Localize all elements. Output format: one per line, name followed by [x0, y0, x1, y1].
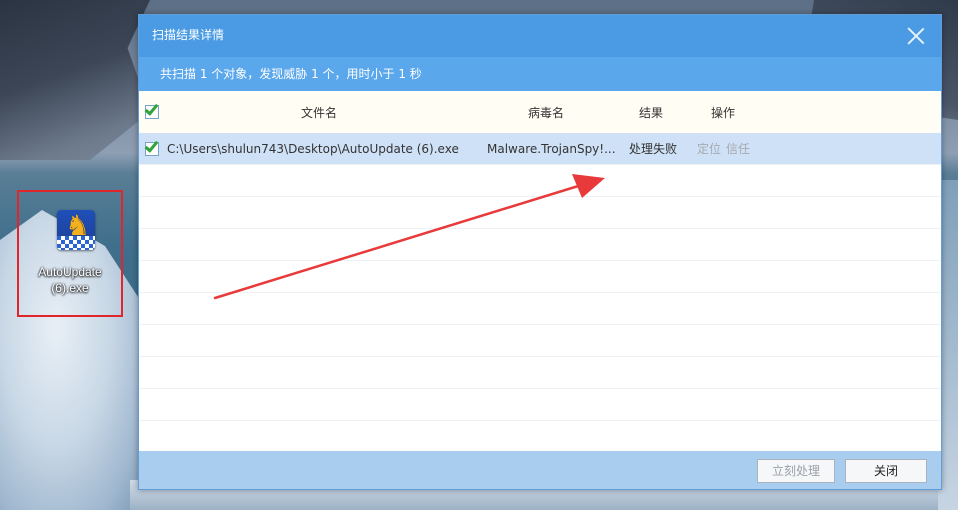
process-now-button[interactable]: 立刻处理 [757, 459, 835, 483]
row-virus-name: Malware.TrojanSpy!... [487, 142, 616, 156]
scan-result-dialog: 扫描结果详情 共扫描 1 个对象，发现威胁 1 个，用时小于 1 秒 文件名 病… [138, 14, 942, 490]
chess-knight-icon: ♞ [57, 210, 95, 250]
column-header-virus-name[interactable]: 病毒名 [528, 105, 564, 121]
dialog-titlebar[interactable]: 扫描结果详情 [139, 15, 941, 57]
desktop-file-label: AutoUpdate (6).exe [38, 265, 102, 295]
table-row-empty [139, 357, 941, 389]
column-header-filename[interactable]: 文件名 [301, 105, 337, 121]
column-header-result[interactable]: 结果 [639, 105, 663, 121]
table-row-empty [139, 293, 941, 325]
checkmark-icon [144, 101, 159, 116]
dialog-title: 扫描结果详情 [152, 28, 225, 42]
table-row-empty [139, 229, 941, 261]
table-row-empty [139, 389, 941, 421]
row-action-locate-link[interactable]: 定位 [697, 141, 721, 157]
row-file-path: C:\Users\shulun743\Desktop\AutoUpdate (6… [167, 142, 459, 156]
table-row-empty [139, 197, 941, 229]
checkmark-icon [144, 138, 159, 153]
scan-summary-text: 共扫描 1 个对象，发现威胁 1 个，用时小于 1 秒 [160, 67, 422, 81]
dialog-footer: 立刻处理 关闭 [139, 451, 941, 489]
row-result: 处理失败 [629, 142, 678, 156]
table-row-empty [139, 261, 941, 293]
select-all-checkbox[interactable] [144, 101, 159, 119]
table-row-empty [139, 165, 941, 197]
results-table-header: 文件名 病毒名 结果 操作 [139, 91, 941, 133]
table-row-empty [139, 421, 941, 451]
close-button[interactable]: 关闭 [845, 459, 927, 483]
table-row[interactable]: C:\Users\shulun743\Desktop\AutoUpdate (6… [139, 133, 941, 165]
table-row-empty [139, 325, 941, 357]
desktop-file-icon-highlight[interactable]: ♞ AutoUpdate (6).exe [17, 190, 123, 317]
results-table-body: C:\Users\shulun743\Desktop\AutoUpdate (6… [139, 133, 941, 451]
scan-summary-bar: 共扫描 1 个对象，发现威胁 1 个，用时小于 1 秒 [139, 57, 941, 91]
close-icon[interactable] [907, 27, 925, 45]
row-action-trust-link[interactable]: 信任 [726, 141, 750, 157]
wallpaper-mountain-left [0, 0, 150, 160]
column-header-action[interactable]: 操作 [711, 105, 735, 121]
row-checkbox[interactable] [144, 138, 159, 156]
